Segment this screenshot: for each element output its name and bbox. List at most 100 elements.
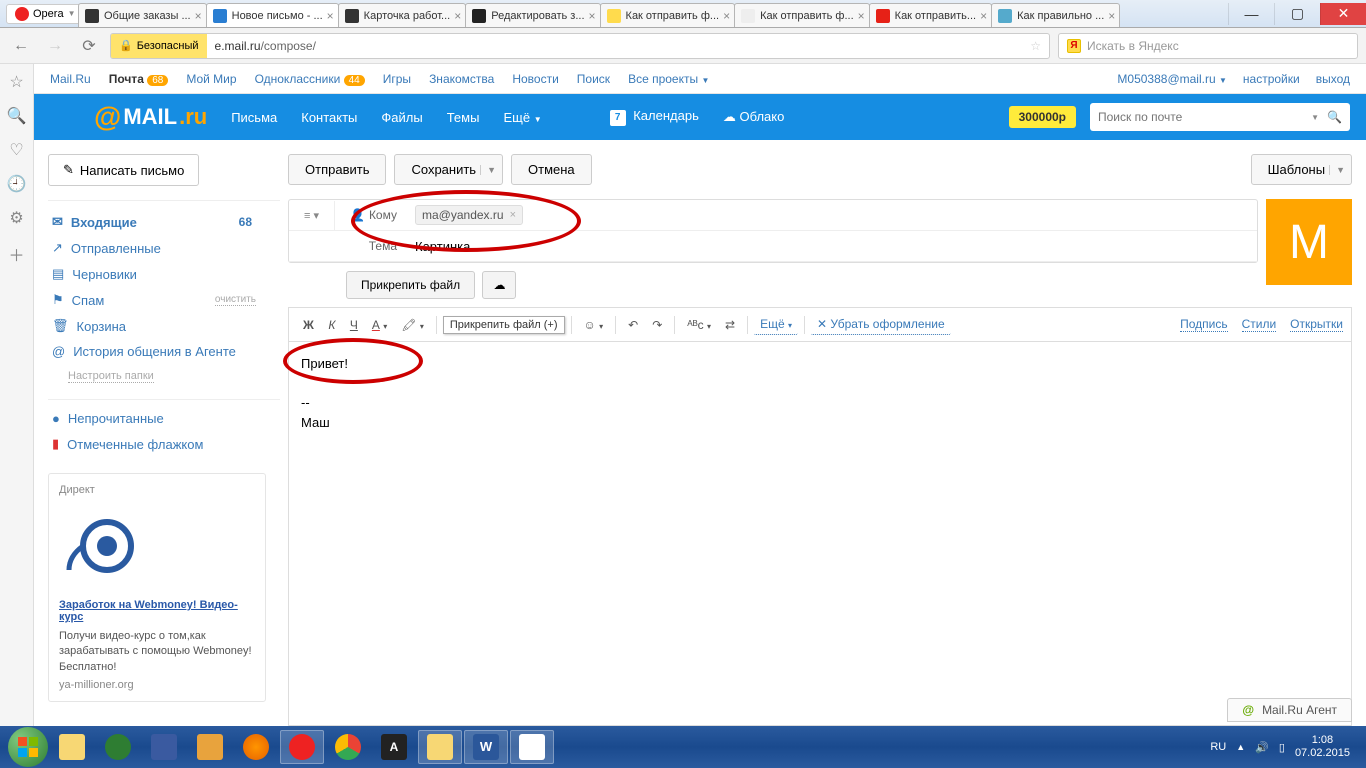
redo-button[interactable]: ↷ (646, 315, 668, 335)
browser-tab[interactable]: Общие заказы ...× (78, 3, 207, 27)
subject-input[interactable] (415, 237, 1249, 256)
fields-menu-button[interactable]: ≡ ▾ (289, 201, 335, 230)
templates-button[interactable]: Шаблоны▼ (1251, 154, 1352, 185)
task-folder[interactable] (418, 730, 462, 764)
folder-drafts[interactable]: ▤Черновики (48, 261, 280, 287)
back-button[interactable]: ← (8, 33, 34, 59)
search-icon[interactable]: 🔍 (7, 106, 27, 126)
bg-color-button[interactable]: 🖍 ▾ (395, 315, 430, 335)
header-link-themes[interactable]: Темы (447, 110, 480, 125)
close-icon[interactable]: × (723, 9, 730, 23)
folder-sent[interactable]: ↗Отправленные (48, 235, 280, 261)
folder-trash[interactable]: 🗑Корзина (48, 313, 280, 339)
browser-tab[interactable]: Как правильно ...× (991, 3, 1120, 27)
topnav-link[interactable]: Знакомства (429, 72, 494, 86)
topnav-link[interactable]: Новости (512, 72, 558, 86)
header-link-contacts[interactable]: Контакты (301, 110, 357, 125)
battery-icon[interactable]: ▯ (1279, 741, 1285, 754)
folder-inbox[interactable]: ✉Входящие68 (48, 209, 280, 235)
tray-clock[interactable]: 1:08 07.02.2015 (1295, 734, 1350, 760)
configure-folders-link[interactable]: Настроить папки (68, 370, 154, 383)
cancel-button[interactable]: Отмена (511, 154, 592, 185)
translate-button[interactable]: ⇄ (719, 315, 741, 335)
folder-flagged[interactable]: ▮Отмеченные флажком (48, 431, 280, 457)
search-icon[interactable]: 🔍 (1327, 110, 1342, 124)
url-field[interactable]: 🔒 Безопасный e.mail.ru/compose/ ☆ (110, 33, 1050, 59)
gear-icon[interactable]: ⚙ (9, 208, 23, 228)
header-link-more[interactable]: Ещё ▼ (503, 110, 541, 125)
bookmark-icon[interactable]: ☆ (1022, 39, 1049, 53)
browser-tab[interactable]: Как отправить ф...× (734, 3, 870, 27)
history-icon[interactable]: 🕘 (7, 174, 27, 194)
task-mpc[interactable] (188, 730, 232, 764)
close-icon[interactable]: × (327, 9, 334, 23)
browser-tab[interactable]: Карточка работ...× (338, 3, 467, 27)
close-icon[interactable]: × (589, 9, 596, 23)
tray-lang[interactable]: RU (1210, 741, 1226, 753)
clear-spam-link[interactable]: очистить (215, 294, 256, 306)
italic-button[interactable]: К (322, 315, 342, 335)
send-button[interactable]: Отправить (288, 154, 386, 185)
account-email[interactable]: M050388@mail.ru ▼ (1117, 72, 1227, 86)
save-button[interactable]: Сохранить▼ (394, 154, 503, 185)
heart-icon[interactable]: ♡ (9, 140, 23, 160)
attach-from-cloud-button[interactable]: ☁ (482, 271, 516, 299)
ad-link[interactable]: Заработок на Webmoney! Видео-курс (59, 599, 255, 623)
topnav-link[interactable]: Поиск (577, 72, 610, 86)
mail-search[interactable]: ▼ 🔍 (1090, 103, 1350, 131)
task-chrome[interactable] (326, 730, 370, 764)
underline-button[interactable]: Ч (344, 315, 364, 335)
star-icon[interactable]: ☆ (9, 72, 23, 92)
close-icon[interactable]: × (858, 9, 865, 23)
more-button[interactable]: Ещё ▾ (754, 314, 798, 335)
promo-button[interactable]: 300000р (1009, 106, 1076, 128)
task-utorrent[interactable] (96, 730, 140, 764)
header-link-calendar[interactable]: 7 Календарь (610, 108, 699, 126)
remove-format-button[interactable]: ✕ Убрать оформление (811, 314, 951, 335)
signature-link[interactable]: Подпись (1180, 317, 1228, 332)
attach-file-button[interactable]: Прикрепить файл (346, 271, 475, 299)
close-icon[interactable]: × (195, 9, 202, 23)
add-icon[interactable]: ＋ (8, 242, 24, 266)
task-paint[interactable] (510, 730, 554, 764)
topnav-link[interactable]: Mail.Ru (50, 72, 91, 86)
opera-menu-button[interactable]: Opera ▼ (6, 4, 85, 24)
bold-button[interactable]: Ж (297, 315, 320, 335)
topnav-link[interactable]: Мой Мир (186, 72, 236, 86)
yandex-search-field[interactable]: Я Искать в Яндекс (1058, 33, 1358, 59)
folder-unread[interactable]: ●Непрочитанные (48, 406, 280, 431)
task-opera[interactable] (280, 730, 324, 764)
remove-icon[interactable]: × (510, 209, 516, 221)
settings-link[interactable]: настройки (1243, 72, 1300, 86)
browser-tab[interactable]: Как отправить...× (869, 3, 992, 27)
tray-up-icon[interactable]: ▲ (1236, 742, 1245, 752)
reload-button[interactable]: ⟳ (76, 33, 102, 59)
header-link-cloud[interactable]: ☁ Облако (723, 109, 784, 125)
task-totalcmd[interactable] (142, 730, 186, 764)
topnav-link[interactable]: Игры (383, 72, 411, 86)
window-maximize-button[interactable]: ▢ (1274, 3, 1320, 25)
topnav-link[interactable]: Одноклассники (255, 72, 341, 86)
task-firefox[interactable] (234, 730, 278, 764)
styles-link[interactable]: Стили (1242, 317, 1277, 332)
header-link-files[interactable]: Файлы (381, 110, 422, 125)
cards-link[interactable]: Открытки (1290, 317, 1343, 332)
mail-search-input[interactable] (1098, 110, 1311, 124)
browser-tab[interactable]: Новое письмо - ...× (206, 3, 339, 27)
undo-button[interactable]: ↶ (622, 315, 644, 335)
start-button[interactable] (8, 727, 48, 767)
folder-agent-history[interactable]: @История общения в Агенте (48, 339, 280, 364)
spellcheck-button[interactable]: ᴬᴮᴄ ▾ (681, 315, 717, 335)
recipient-chip[interactable]: ma@yandex.ru× (415, 205, 523, 225)
emoji-button[interactable]: ☺ ▾ (578, 315, 610, 335)
task-app-a[interactable]: A (372, 730, 416, 764)
logout-link[interactable]: выход (1316, 72, 1350, 86)
task-explorer[interactable] (50, 730, 94, 764)
close-icon[interactable]: × (454, 9, 461, 23)
browser-tab[interactable]: Как отправить ф...× (600, 3, 736, 27)
folder-spam[interactable]: ⚑Спамочистить (48, 287, 280, 313)
font-color-button[interactable]: А ▾ (366, 315, 393, 335)
close-icon[interactable]: × (980, 9, 987, 23)
browser-tab[interactable]: Редактировать з...× (465, 3, 600, 27)
volume-icon[interactable]: 🔊 (1255, 741, 1269, 754)
